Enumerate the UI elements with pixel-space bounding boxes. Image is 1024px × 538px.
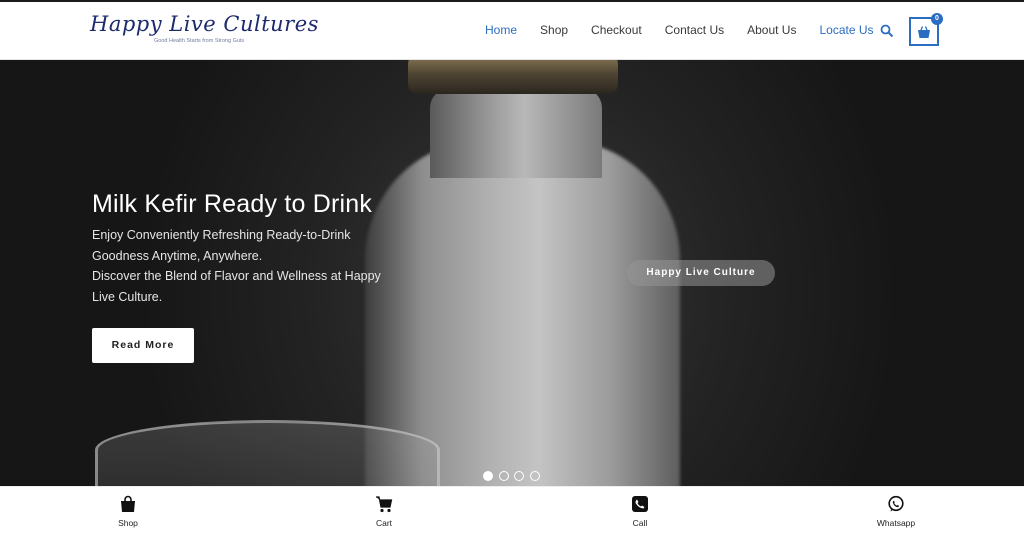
slide-dot-2[interactable] xyxy=(498,471,509,481)
cart-count-badge: 0 xyxy=(931,13,943,25)
phone-icon xyxy=(632,496,648,512)
hero-description: Enjoy Conveniently Refreshing Ready-to-D… xyxy=(92,225,392,307)
hero-line-1: Enjoy Conveniently Refreshing Ready-to-D… xyxy=(92,228,351,263)
brand-pill-label: Happy Live Culture xyxy=(627,260,775,286)
bottom-shop-label: Shop xyxy=(118,518,138,528)
bottom-cart-button[interactable]: Cart xyxy=(344,495,424,528)
hero-slider: Milk Kefir Ready to Drink Enjoy Convenie… xyxy=(0,60,1024,486)
logo-wordmark: Happy Live Cultures xyxy=(90,12,319,36)
bottom-call-label: Call xyxy=(632,518,648,528)
bottle-cap-image xyxy=(408,60,618,94)
slider-pagination xyxy=(483,471,545,481)
nav-locate-us[interactable]: Locate Us xyxy=(819,22,873,38)
nav-home[interactable]: Home xyxy=(485,22,517,38)
bottom-cart-label: Cart xyxy=(375,518,393,528)
search-icon[interactable] xyxy=(880,24,894,38)
glass-image xyxy=(95,420,440,486)
site-header: Happy Live Cultures Good Health Starts f… xyxy=(0,2,1024,60)
whatsapp-icon xyxy=(888,495,904,512)
read-more-button[interactable]: Read More xyxy=(92,328,194,363)
bottom-call-button[interactable]: Call xyxy=(600,495,680,528)
hero-title: Milk Kefir Ready to Drink xyxy=(92,190,373,218)
slide-dot-1[interactable] xyxy=(483,471,493,481)
shopping-bag-icon xyxy=(121,495,135,512)
nav-about-us[interactable]: About Us xyxy=(747,22,796,38)
mobile-bottom-bar: Shop Cart Call Whatsapp xyxy=(0,486,1024,538)
bottle-neck-image xyxy=(430,88,602,178)
nav-shop[interactable]: Shop xyxy=(540,22,568,38)
logo-tagline: Good Health Starts from Strong Guts xyxy=(154,38,245,44)
cart-icon xyxy=(376,496,393,513)
nav-checkout[interactable]: Checkout xyxy=(591,22,642,38)
bottom-shop-button[interactable]: Shop xyxy=(88,495,168,528)
bottom-whatsapp-button[interactable]: Whatsapp xyxy=(856,495,936,528)
slide-dot-4[interactable] xyxy=(529,471,540,481)
logo[interactable]: Happy Live Cultures Good Health Starts f… xyxy=(90,12,319,52)
header-cart-button[interactable]: 0 xyxy=(909,13,943,46)
hero-line-2: Discover the Blend of Flavor and Wellnes… xyxy=(92,269,381,304)
page: Happy Live Cultures Good Health Starts f… xyxy=(0,0,1024,538)
bottom-whatsapp-label: Whatsapp xyxy=(876,518,916,528)
main-nav: Home Shop Checkout Contact Us About Us L… xyxy=(485,22,897,38)
slide-dot-3[interactable] xyxy=(514,471,524,481)
basket-icon xyxy=(918,26,930,38)
nav-contact-us[interactable]: Contact Us xyxy=(665,22,724,38)
